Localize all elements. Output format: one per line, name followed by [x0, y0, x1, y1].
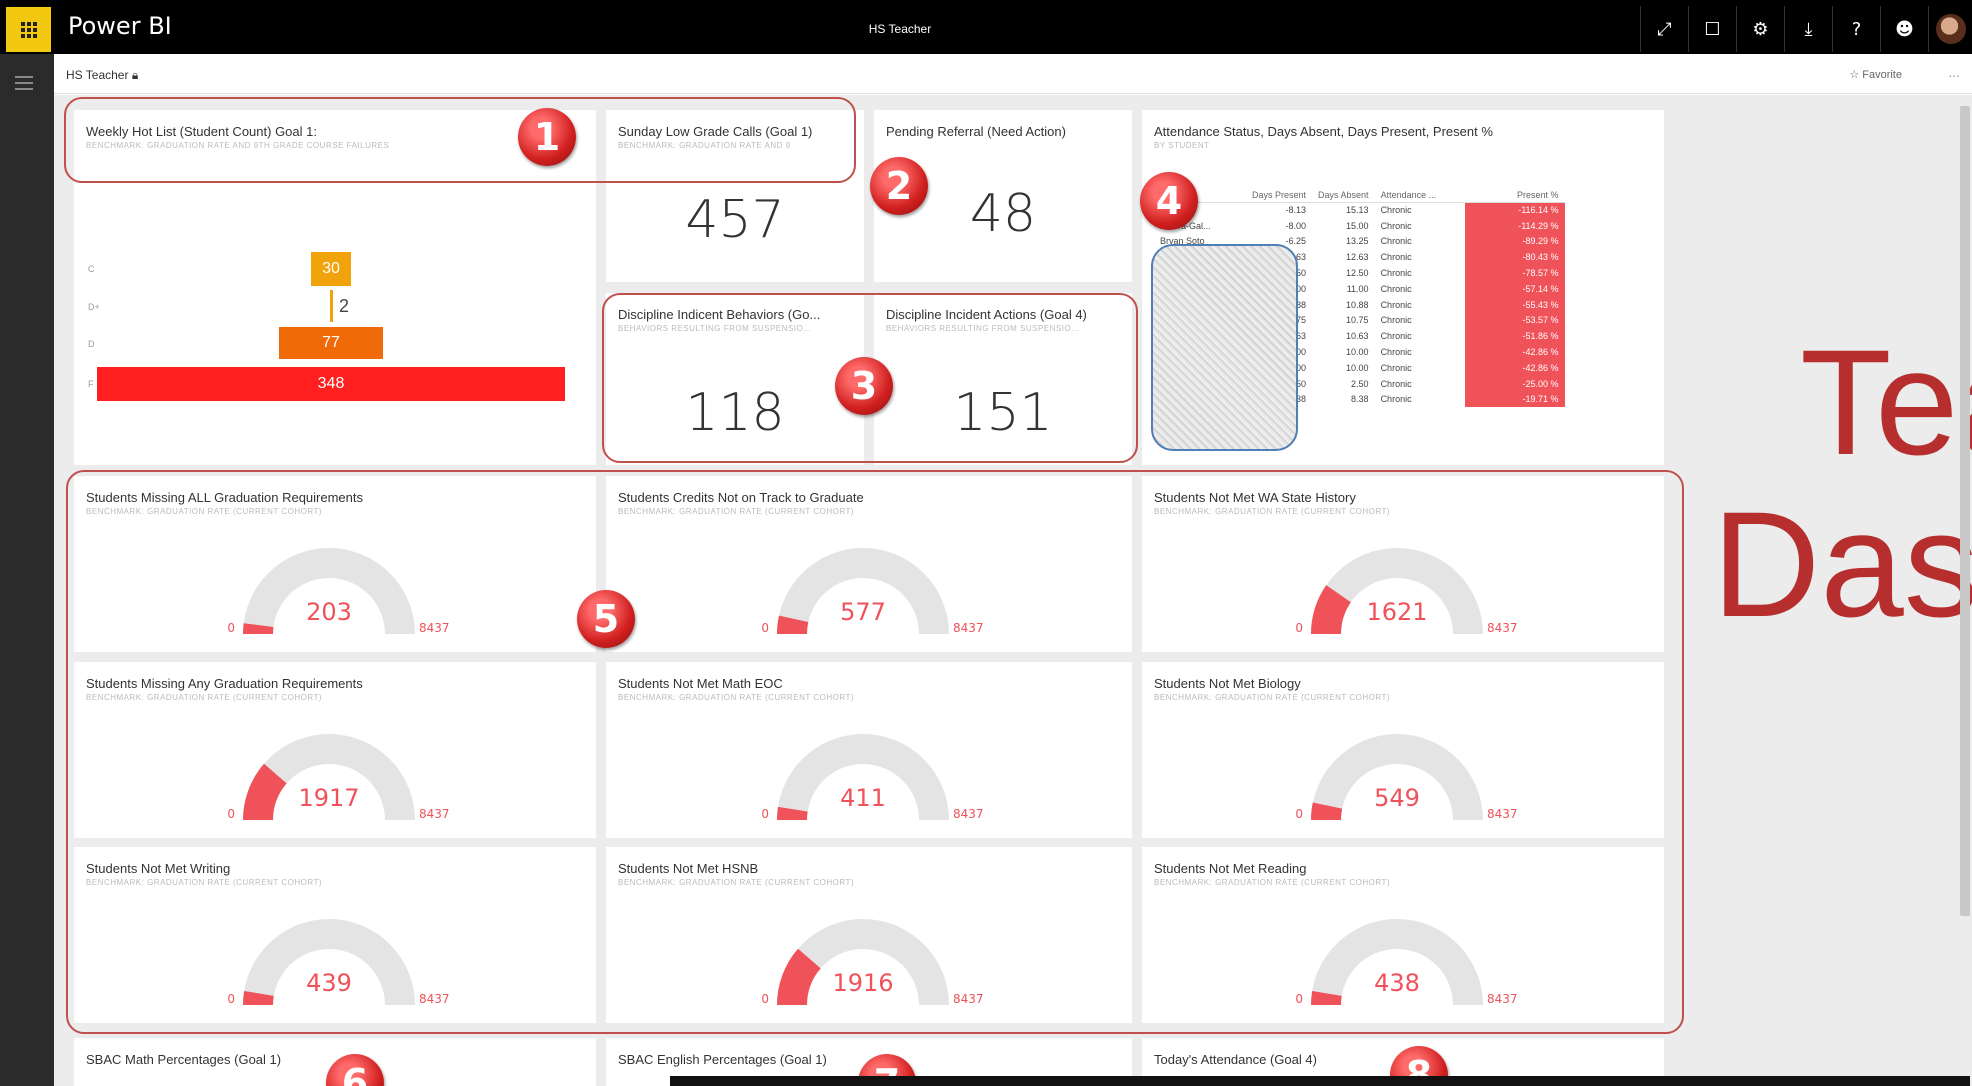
table-cell: 11.00 — [1346, 283, 1369, 294]
table-cell: Chronic — [1380, 394, 1412, 405]
overlay-title-line2: Dash — [1712, 480, 1972, 648]
top-icons: ⤢ ☐ ⚙ ⤓ ? ☻ — [1640, 6, 1972, 52]
table-cell: 15.00 — [1346, 220, 1369, 231]
annotation-outline-1 — [64, 97, 856, 183]
hot-list-bar[interactable] — [329, 290, 333, 322]
gear-icon[interactable]: ⚙ — [1736, 6, 1784, 52]
table-cell: 2.50 — [1351, 378, 1369, 389]
table-cell: 10.00 — [1346, 347, 1369, 358]
table-cell: Chronic — [1380, 236, 1412, 247]
table-cell: -51.86 % — [1464, 328, 1565, 345]
avatar[interactable] — [1928, 6, 1972, 52]
table-cell: -42.86 % — [1464, 359, 1565, 376]
table-cell: 15.13 — [1346, 205, 1369, 216]
table-cell: 10.63 — [1346, 331, 1369, 342]
tile-title: Today's Attendance (Goal 4) — [1154, 1052, 1317, 1067]
redacted-names-area — [1151, 244, 1298, 451]
hot-list-category-label: F — [88, 379, 94, 389]
tile-title: Attendance Status, Days Absent, Days Pre… — [1154, 124, 1493, 139]
table-cell: 13.25 — [1346, 236, 1369, 247]
table-cell: -55.43 % — [1464, 296, 1565, 313]
table-row[interactable]: Rivera-Gal... -8.00 15.00 Chronic -114.29 % — [1154, 217, 1565, 234]
hot-list-category-label: D+ — [88, 302, 100, 312]
favorite-button[interactable]: ☆ Favorite — [1849, 68, 1902, 81]
table-cell: Chronic — [1380, 268, 1412, 279]
expand-icon[interactable]: ⤢ — [1640, 6, 1688, 52]
star-icon: ☆ — [1849, 69, 1860, 81]
help-icon[interactable]: ? — [1832, 6, 1880, 52]
lock-icon: 🔒︎ — [131, 68, 139, 82]
top-bar: Power BI HS Teacher ⤢ ☐ ⚙ ⤓ ? ☻ — [0, 0, 1972, 54]
table-cell: -42.86 % — [1464, 344, 1565, 360]
hot-list-bar[interactable]: 348 — [97, 367, 565, 401]
annotation-badge-3: 3 — [835, 357, 893, 415]
table-cell: Chronic — [1380, 347, 1412, 358]
table-cell: Chronic — [1380, 220, 1412, 231]
tile-title: SBAC Math Percentages (Goal 1) — [86, 1052, 282, 1067]
horizontal-scrollbar[interactable] — [670, 1076, 1970, 1086]
annotation-badge-2: 2 — [870, 157, 928, 215]
table-cell: Chronic — [1380, 205, 1412, 216]
smiley-icon[interactable]: ☻ — [1880, 6, 1928, 52]
annotation-outline-5 — [66, 470, 1684, 1034]
table-cell: 12.63 — [1346, 252, 1369, 263]
more-options-button[interactable]: ... — [1948, 64, 1960, 80]
hot-list-category-label: D — [88, 339, 95, 349]
table-cell: Chronic — [1380, 299, 1412, 310]
table-cell: -8.00 — [1285, 220, 1307, 231]
comment-icon[interactable]: ☐ — [1688, 6, 1736, 52]
table-cell: 8.38 — [1351, 394, 1369, 405]
table-cell: -78.57 % — [1464, 265, 1565, 281]
table-column-header[interactable]: Present % — [1464, 188, 1565, 203]
table-cell: Chronic — [1380, 331, 1412, 342]
table-cell: 10.00 — [1346, 362, 1369, 373]
table-cell: -114.29 % — [1464, 217, 1565, 234]
tile-title: Pending Referral (Need Action) — [886, 124, 1066, 139]
left-nav-rail — [0, 54, 54, 1086]
hot-list-bar[interactable]: 30 — [311, 252, 351, 286]
table-row[interactable]: Christian-8.1315.13Chronic-116.14 % — [1154, 202, 1565, 218]
hot-list-category-label: C — [88, 264, 95, 274]
download-icon[interactable]: ⤓ — [1784, 6, 1832, 52]
table-cell: 10.88 — [1346, 299, 1369, 310]
table-cell: Chronic — [1380, 315, 1412, 326]
dashboard-title: HS Teacher 🔒︎ — [66, 68, 139, 82]
table-cell: Chronic — [1380, 378, 1412, 389]
table-cell: Chronic — [1380, 283, 1412, 294]
table-column-header[interactable]: Days Present — [1246, 188, 1313, 203]
kpi-value: 457 — [685, 190, 785, 250]
table-column-header[interactable]: Attendance ... — [1374, 188, 1465, 203]
annotation-badge-4: 4 — [1140, 172, 1198, 230]
overlay-title-line1: Tea — [1800, 318, 1972, 486]
annotation-badge-5: 5 — [577, 590, 635, 648]
table-column-header[interactable]: Days Absent — [1312, 188, 1375, 203]
tile-title: SBAC English Percentages (Goal 1) — [618, 1052, 827, 1067]
table-cell: -53.57 % — [1464, 312, 1565, 329]
dashboard-header: HS Teacher 🔒︎ ☆ Favorite ... — [54, 54, 1972, 94]
table-cell: -8.13 — [1285, 205, 1307, 216]
table-cell: -19.71 % — [1464, 391, 1565, 408]
vertical-scrollbar[interactable] — [1960, 106, 1970, 916]
report-title: HS Teacher — [868, 22, 932, 36]
table-cell: Chronic — [1380, 252, 1412, 263]
table-cell: -80.43 % — [1464, 249, 1565, 266]
annotation-badge-1: 1 — [518, 108, 576, 166]
hamburger-menu-icon[interactable] — [15, 76, 33, 94]
table-cell: Chronic — [1380, 362, 1412, 373]
table-cell: 12.50 — [1346, 268, 1369, 279]
tile-subtitle: BY STUDENT — [1154, 141, 1210, 150]
table-cell: 10.75 — [1346, 315, 1369, 326]
table-cell: -57.14 % — [1464, 280, 1565, 297]
table-cell: -89.29 % — [1464, 233, 1565, 250]
table-cell: -25.00 % — [1464, 375, 1565, 392]
hot-list-bar[interactable]: 77 — [279, 327, 383, 359]
hot-list-bar-label: 2 — [339, 296, 350, 316]
table-cell: -116.14 % — [1464, 202, 1565, 218]
